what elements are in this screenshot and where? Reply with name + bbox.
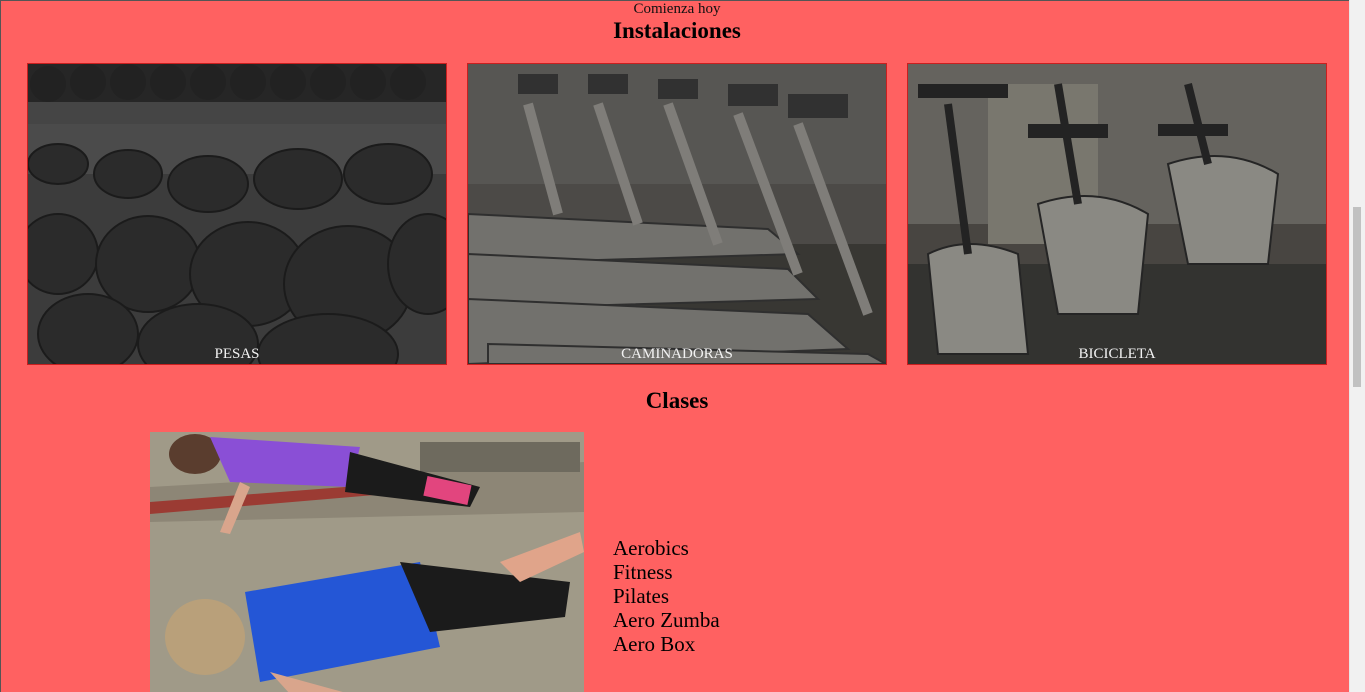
list-item: Fitness (613, 560, 673, 584)
treadmills-image (468, 64, 886, 364)
classes-list: Aerobics Fitness Pilates Aero Zumba Aero… (613, 536, 720, 656)
facility-label: BICICLETA (1078, 346, 1156, 362)
list-item: Aerobics (613, 536, 689, 560)
dumbbells-image (28, 64, 446, 364)
vertical-scrollbar[interactable] (1349, 0, 1365, 692)
scrollbar-thumb[interactable] (1353, 207, 1361, 387)
facility-label: CAMINADORAS (621, 346, 733, 362)
facilities-title: Instalaciones (613, 18, 741, 43)
classes-title: Clases (645, 388, 709, 413)
facility-card-bicicleta[interactable]: BICICLETA (907, 63, 1327, 365)
list-item: Pilates (613, 584, 669, 608)
pushup-class-image (150, 432, 584, 692)
list-item: Aero Zumba (613, 608, 720, 632)
facility-label: PESAS (214, 346, 260, 362)
bicycles-image (908, 64, 1326, 364)
page: Comienza hoy Instalaciones PESAS CAMINAD… (0, 0, 1350, 692)
tagline: Comienza hoy (633, 1, 721, 17)
facility-card-pesas[interactable]: PESAS (27, 63, 447, 365)
list-item: Aero Box (613, 632, 696, 656)
facility-card-caminadoras[interactable]: CAMINADORAS (467, 63, 887, 365)
